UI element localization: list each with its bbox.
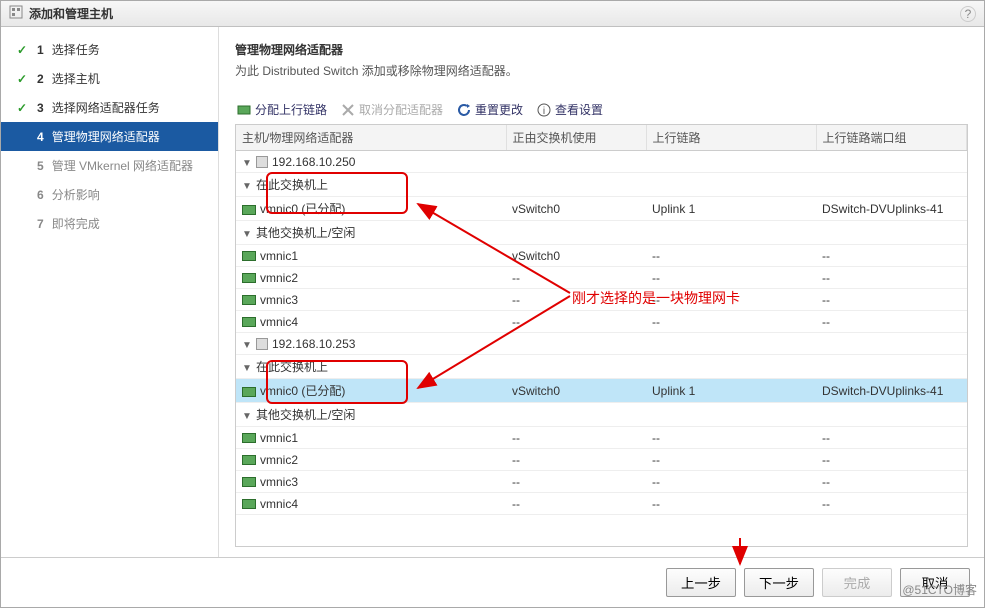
check-icon: ✓ — [17, 101, 29, 115]
col-uplink[interactable]: 上行链路 — [646, 125, 816, 151]
info-icon: i — [537, 103, 551, 117]
tree-toggle-icon[interactable]: ▼ — [242, 411, 252, 422]
wizard-step-2[interactable]: ✓2选择主机 — [1, 64, 218, 93]
reset-icon — [457, 103, 471, 117]
host-icon — [256, 156, 268, 168]
nic-icon — [242, 387, 256, 397]
tree-toggle-icon[interactable]: ▼ — [242, 229, 252, 240]
nic-icon — [242, 251, 256, 261]
tree-toggle-icon[interactable]: ▼ — [242, 340, 252, 351]
unassign-button: 取消分配适配器 — [341, 101, 443, 118]
nic-icon — [242, 477, 256, 487]
view-settings-button[interactable]: i 查看设置 — [537, 101, 603, 118]
reset-button[interactable]: 重置更改 — [457, 101, 523, 118]
check-icon: ✓ — [17, 72, 29, 86]
host-row[interactable]: ▼192.168.10.250 — [236, 151, 967, 173]
next-button[interactable]: 下一步 — [744, 568, 814, 597]
group-row[interactable]: ▼其他交换机上/空闲 — [236, 221, 967, 245]
page-title: 管理物理网络适配器 — [235, 41, 968, 58]
assign-uplink-button[interactable]: 分配上行链路 — [237, 101, 327, 118]
finish-button: 完成 — [822, 568, 892, 597]
nic-icon — [242, 273, 256, 283]
wizard-steps: ✓1选择任务✓2选择主机✓3选择网络适配器任务4管理物理网络适配器5管理 VMk… — [1, 27, 219, 557]
nic-icon — [242, 499, 256, 509]
assign-icon — [237, 103, 251, 117]
nic-row[interactable]: vmnic4------ — [236, 311, 967, 333]
tree-toggle-icon[interactable]: ▼ — [242, 363, 252, 374]
adapter-table: 主机/物理网络适配器 正由交换机使用 上行链路 上行链路端口组 ▼192.168… — [236, 125, 967, 515]
nic-row[interactable]: vmnic1------ — [236, 427, 967, 449]
help-icon[interactable]: ? — [960, 6, 976, 22]
footer: 上一步 下一步 完成 取消 — [1, 557, 984, 607]
col-usedby[interactable]: 正由交换机使用 — [506, 125, 646, 151]
col-portgroup[interactable]: 上行链路端口组 — [816, 125, 967, 151]
group-row[interactable]: ▼在此交换机上 — [236, 173, 967, 197]
toolbar: 分配上行链路 取消分配适配器 重置更改 i 查看设置 — [235, 97, 968, 125]
check-icon: ✓ — [17, 43, 29, 57]
nic-row[interactable]: vmnic0 (已分配)vSwitch0Uplink 1DSwitch-DVUp… — [236, 379, 967, 403]
tree-toggle-icon[interactable]: ▼ — [242, 158, 252, 169]
col-host[interactable]: 主机/物理网络适配器 — [236, 125, 506, 151]
dialog-title: 添加和管理主机 — [29, 5, 113, 22]
unassign-icon — [341, 103, 355, 117]
window-icon — [9, 5, 23, 22]
svg-text:i: i — [543, 106, 545, 117]
tree-toggle-icon[interactable]: ▼ — [242, 181, 252, 192]
nic-row[interactable]: vmnic0 (已分配)vSwitch0Uplink 1DSwitch-DVUp… — [236, 197, 967, 221]
nic-icon — [242, 205, 256, 215]
wizard-step-3[interactable]: ✓3选择网络适配器任务 — [1, 93, 218, 122]
wizard-step-5: 5管理 VMkernel 网络适配器 — [1, 151, 218, 180]
wizard-step-4[interactable]: 4管理物理网络适配器 — [1, 122, 218, 151]
group-row[interactable]: ▼在此交换机上 — [236, 355, 967, 379]
page-description: 为此 Distributed Switch 添加或移除物理网络适配器。 — [235, 62, 968, 79]
group-row[interactable]: ▼其他交换机上/空闲 — [236, 403, 967, 427]
nic-row[interactable]: vmnic1vSwitch0---- — [236, 245, 967, 267]
titlebar: 添加和管理主机 ? — [1, 1, 984, 27]
nic-row[interactable]: vmnic3------ — [236, 289, 967, 311]
cancel-button[interactable]: 取消 — [900, 568, 970, 597]
wizard-step-6: 6分析影响 — [1, 180, 218, 209]
nic-icon — [242, 295, 256, 305]
nic-row[interactable]: vmnic2------ — [236, 449, 967, 471]
wizard-step-7: 7即将完成 — [1, 209, 218, 238]
nic-icon — [242, 317, 256, 327]
host-row[interactable]: ▼192.168.10.253 — [236, 333, 967, 355]
nic-icon — [242, 455, 256, 465]
nic-row[interactable]: vmnic4------ — [236, 493, 967, 515]
wizard-step-1[interactable]: ✓1选择任务 — [1, 35, 218, 64]
host-icon — [256, 338, 268, 350]
nic-row[interactable]: vmnic2------ — [236, 267, 967, 289]
nic-icon — [242, 433, 256, 443]
back-button[interactable]: 上一步 — [666, 568, 736, 597]
nic-row[interactable]: vmnic3------ — [236, 471, 967, 493]
